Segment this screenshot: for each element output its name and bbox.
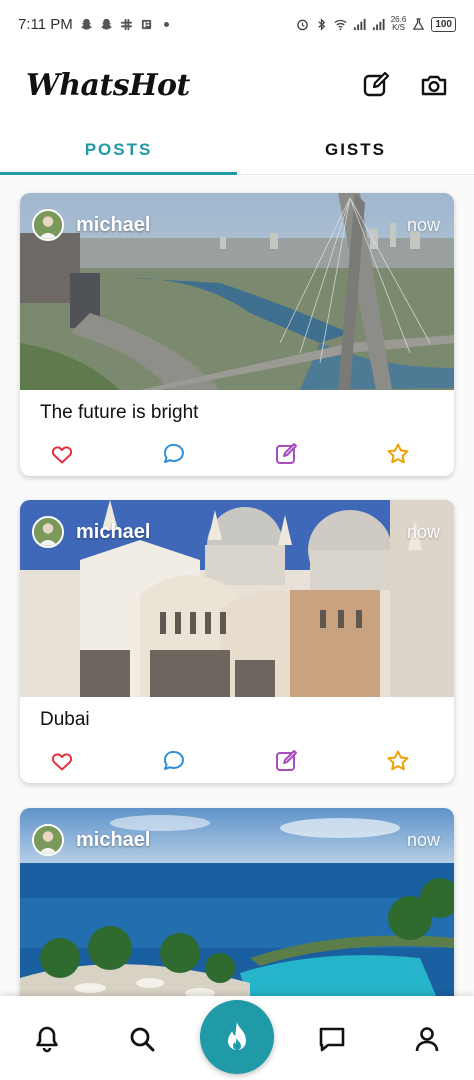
app-title: WhatsHot: [26, 67, 190, 103]
edit-icon[interactable]: [362, 71, 390, 99]
net-speed-unit: K/S: [392, 23, 405, 32]
post-timestamp: now: [406, 521, 440, 542]
notification-dot: [163, 21, 169, 27]
profile-icon: [415, 1027, 439, 1052]
tab-bar: POSTS GISTS: [0, 125, 474, 175]
post-image[interactable]: michael now: [20, 808, 454, 996]
star-icon[interactable]: [386, 749, 410, 773]
post-card[interactable]: michael now Dubai: [20, 500, 454, 783]
signal-icon: [353, 18, 366, 30]
edit-icon[interactable]: [274, 442, 298, 466]
post-caption: The future is bright: [40, 402, 199, 423]
avatar[interactable]: [32, 824, 64, 856]
post-actions: [20, 436, 454, 476]
heart-icon[interactable]: [50, 442, 74, 466]
avatar[interactable]: [32, 209, 64, 241]
post-card[interactable]: michael now The future is bright: [20, 193, 454, 476]
star-icon[interactable]: [386, 442, 410, 466]
slack-icon: [120, 18, 132, 30]
battery-indicator: 100: [431, 16, 456, 32]
comment-icon[interactable]: [162, 749, 186, 773]
camera-icon[interactable]: [420, 71, 448, 99]
post-username[interactable]: michael: [76, 829, 150, 852]
post-image[interactable]: michael now: [20, 193, 454, 390]
net-speed: 26.6 K/S: [391, 16, 407, 32]
nav-hot-button[interactable]: [200, 1000, 274, 1074]
comment-icon[interactable]: [162, 442, 186, 466]
fire-icon: [228, 1022, 246, 1050]
alarm-icon: [296, 19, 308, 30]
snapchat-icon: [80, 18, 92, 30]
snapchat-icon: [100, 18, 112, 30]
status-bar: 7:11 PM 26.6 K/S 100: [0, 0, 474, 48]
post-feed[interactable]: michael now The future is bright michael…: [0, 176, 474, 996]
tab-gists[interactable]: GISTS: [237, 125, 474, 174]
news-icon: [141, 19, 151, 29]
status-time: 7:11 PM: [18, 15, 73, 33]
signal-icon: [372, 18, 385, 30]
bell-icon: [36, 1026, 58, 1053]
chat-icon: [319, 1027, 345, 1052]
post-username[interactable]: michael: [76, 214, 150, 237]
post-username[interactable]: michael: [76, 521, 150, 544]
nav-notifications[interactable]: [32, 1024, 62, 1054]
post-timestamp: now: [406, 214, 440, 235]
nav-search[interactable]: [127, 1024, 157, 1054]
post-timestamp: now: [406, 829, 440, 850]
heart-icon[interactable]: [50, 749, 74, 773]
post-card[interactable]: michael now: [20, 808, 454, 996]
bluetooth-icon: [318, 17, 325, 31]
post-actions: [20, 743, 454, 783]
tab-posts[interactable]: POSTS: [0, 125, 237, 175]
post-caption: Dubai: [40, 709, 90, 730]
post-image[interactable]: michael now: [20, 500, 454, 697]
edit-icon[interactable]: [274, 749, 298, 773]
bottom-navigation: [0, 996, 474, 1080]
wifi-icon: [334, 19, 347, 30]
app-bar: WhatsHot: [0, 52, 474, 118]
nav-chat[interactable]: [317, 1024, 347, 1054]
nav-profile[interactable]: [412, 1024, 442, 1054]
lab-flask-icon: [413, 17, 425, 30]
search-icon: [130, 1027, 155, 1052]
avatar[interactable]: [32, 516, 64, 548]
